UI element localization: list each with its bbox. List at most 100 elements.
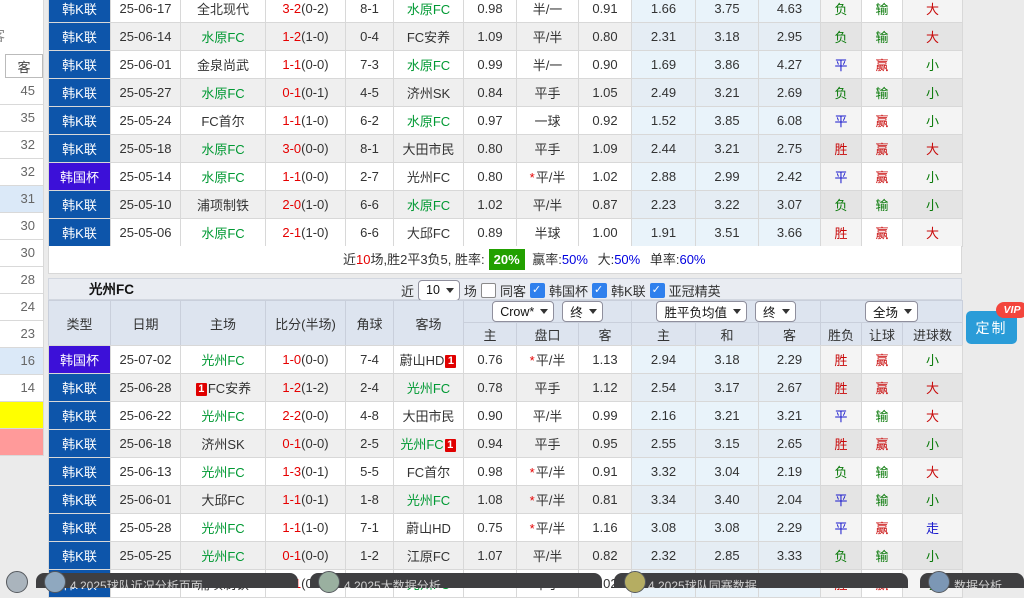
taskbar-app-icon[interactable] [6,571,28,593]
avg-dropdown-cell: 胜平负均值 终 [632,301,821,323]
fulltime-score: 1-1 [282,492,301,507]
live-odds-star: * [530,493,535,508]
result-handicap-cell: 输 [862,486,903,514]
chevron-down-icon [540,309,548,314]
score-cell: 0-1(0-0) [266,430,346,458]
league-cell: 韩K联 [49,23,111,51]
fulltime-score: 1-1 [282,57,301,72]
result-handicap-cell: 输 [862,23,903,51]
corner-cell: 2-5 [346,430,394,458]
col-header-away: 客场 [394,301,464,346]
k-league-checkbox[interactable] [592,283,607,298]
vip-badge: VIP [996,302,1024,318]
same-venue-checkbox[interactable] [481,283,496,298]
fulltime-score: 1-2 [282,29,301,44]
avg-away-cell: 2.75 [759,135,821,163]
league-cell: 韩K联 [49,542,111,570]
result-goals-cell: 大 [903,374,963,402]
date-cell: 25-05-10 [111,191,181,219]
result-goals-cell: 大 [903,402,963,430]
result-wdl-cell: 胜 [821,219,862,247]
date-cell: 25-05-06 [111,219,181,247]
avg-draw-cell: 3.21 [696,79,759,107]
recent-count-select[interactable]: 10 [418,280,460,301]
away-team-cell: 光州FC [394,486,464,514]
avg-odds-select[interactable]: 胜平负均值 [656,301,747,322]
final-avg-select[interactable]: 终 [755,301,796,322]
home-team-name: 水原FC [201,86,244,101]
result-wdl-cell: 平 [821,163,862,191]
left-number-row: 31 [0,186,43,213]
taskbar-app-icon[interactable] [318,571,340,593]
chevron-down-icon [904,309,912,314]
home-odds-cell: 0.90 [464,402,517,430]
away-team-name: FC首尔 [407,465,450,480]
gwangju-fc-matches-table: 韩国杯25-07-02光州FC1-0(0-0)7-4蔚山HD10.76*平/半1… [48,345,963,598]
handicap-cell: 平/半 [517,542,579,570]
away-team-cell: 大田市民 [394,402,464,430]
result-wdl-cell: 负 [821,458,862,486]
avg-draw-cell: 3.17 [696,374,759,402]
taskbar-app-icon[interactable] [624,571,646,593]
match-row: 韩K联25-05-28光州FC1-1(1-0)7-1蔚山HD0.75*平/半1.… [49,514,963,542]
away-team-name: 光州FC [407,493,450,508]
home-team-cell: 济州SK [181,430,266,458]
home-team-cell: FC首尔 [181,107,266,135]
match-scope-select[interactable]: 全场 [865,301,918,322]
avg-draw-cell: 3.40 [696,486,759,514]
taskbar-item[interactable]: 4.2025球队近况分析页面 [36,573,298,588]
halftime-score: (0-0) [301,169,328,184]
date-cell: 25-05-28 [111,514,181,542]
taskbar-item[interactable]: 4.2025大数据分析 [310,573,602,588]
gwangju-table-header: 类型 日期 主场 比分(半场) 角球 客场 Crow* 终 胜平负均值 终 全场… [48,300,963,346]
over-rate-label: 大: [598,252,615,267]
final-odds-select[interactable]: 终 [562,301,603,322]
away-odds-cell: 0.80 [579,23,632,51]
gwangju-section-bar: 光州FC 近 10 场 同客 韩国杯 韩K联 亚冠精英 [48,278,962,300]
away-team-name: 水原FC [407,58,450,73]
left-number-row: 24 [0,294,43,321]
home-team-name: FC安养 [208,381,251,396]
match-row: 韩K联25-06-17全北现代3-2(0-2)8-1水原FC0.98半/一0.9… [49,0,963,23]
league-cell: 韩K联 [49,374,111,402]
halftime-score: (0-0) [301,352,328,367]
scope-dropdown-cell: 全场 [821,301,963,323]
sub-header-away-odds: 客 [579,323,632,346]
avg-away-cell: 2.04 [759,486,821,514]
taskbar-item[interactable]: 4.2025球队同赛数据 [614,573,908,588]
home-team-name: 光州FC [201,353,244,368]
k-league-label: 韩K联 [611,281,646,300]
corner-cell: 6-6 [346,219,394,247]
handicap-cell: *平/半 [517,346,579,374]
halftime-score: (0-1) [301,492,328,507]
home-team-cell: 光州FC [181,402,266,430]
handicap-rate-value: 50% [562,252,588,267]
avg-draw-cell: 3.15 [696,430,759,458]
taskbar-app-icon[interactable] [44,571,66,593]
left-number-row: 45 [0,78,43,105]
away-team-cell: 济州SK [394,79,464,107]
acl-elite-checkbox[interactable] [650,283,665,298]
bookmaker-select[interactable]: Crow* [492,301,554,322]
korea-cup-checkbox[interactable] [530,283,545,298]
handicap-cell: *平/半 [517,514,579,542]
score-cell: 1-2(1-2) [266,374,346,402]
left-number-row: 23 [0,321,43,348]
left-number-rows: 453532323130302824231614 [0,78,43,456]
over-rate-value: 50% [614,252,640,267]
corner-cell: 5-5 [346,458,394,486]
match-row: 韩国杯25-07-02光州FC1-0(0-0)7-4蔚山HD10.76*平/半1… [49,346,963,374]
away-team-name: 江原FC [407,549,450,564]
avg-away-cell: 2.19 [759,458,821,486]
left-number-row: 30 [0,213,43,240]
handicap-cell: 平/半 [517,23,579,51]
result-wdl-cell: 负 [821,23,862,51]
result-goals-cell: 小 [903,346,963,374]
halftime-score: (0-1) [301,464,328,479]
home-team-name: 水原FC [201,142,244,157]
result-handicap-cell: 输 [862,191,903,219]
col-header-home: 主场 [181,301,266,346]
taskbar-app-icon[interactable] [928,571,950,593]
home-odds-cell: 1.02 [464,191,517,219]
home-team-cell: 水原FC [181,163,266,191]
